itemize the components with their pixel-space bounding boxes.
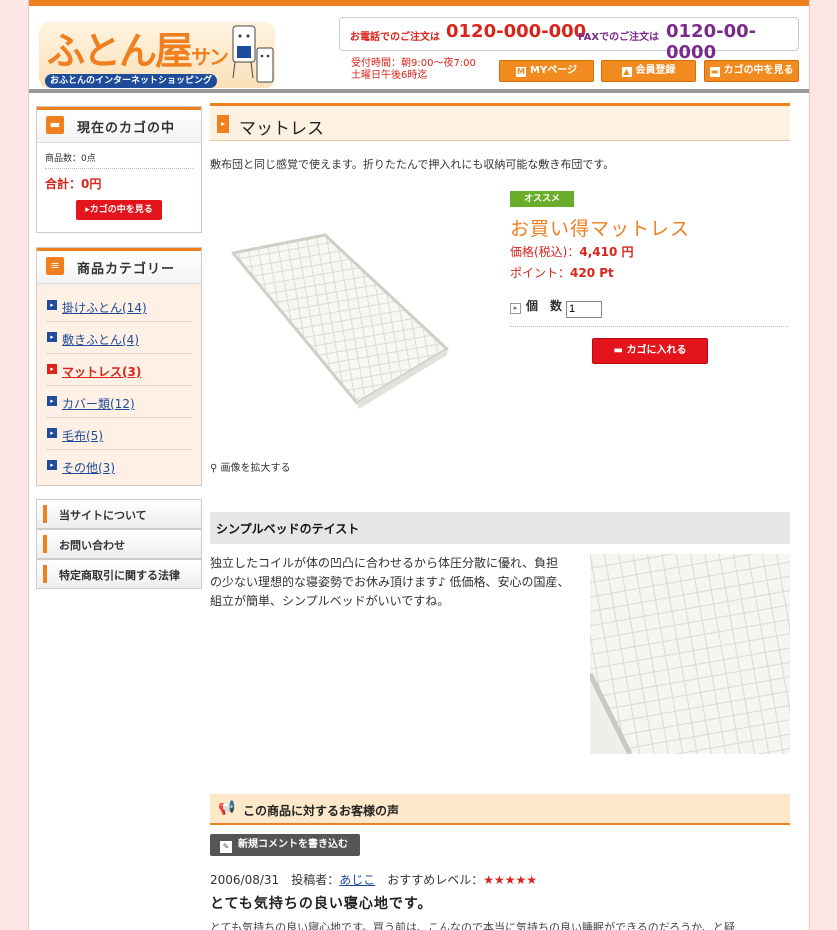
cart-summary-heading: 現在のカゴの中 xyxy=(77,121,176,136)
category-item: ▸ その他(3) xyxy=(47,450,191,481)
commerce-law-link[interactable]: 特定商取引に関する法律 xyxy=(36,559,202,589)
mascot-icon xyxy=(232,25,274,83)
category-link[interactable]: 毛布(5) xyxy=(62,427,103,444)
about-site-link[interactable]: 当サイトについて xyxy=(36,499,202,529)
add-to-cart-button[interactable]: ▬ カゴに入れる xyxy=(592,338,708,364)
page-title: マットレス xyxy=(239,119,324,139)
site-header: ふとん屋サン おふとんのインターネットショッピング お電話でのご注文は 0120… xyxy=(29,6,809,90)
magnifier-icon: ⚲ xyxy=(210,463,221,474)
hours-line-2: 土曜日午後6時迄 xyxy=(351,70,428,81)
category-item: ▸ カバー類(12) xyxy=(47,386,191,418)
category-item: ▸ 掛けふとん(14) xyxy=(47,290,191,322)
list-icon: ≡ xyxy=(46,257,64,275)
phone-number[interactable]: 0120-000-000 xyxy=(446,21,586,42)
customer-reviews-header: 📢 この商品に対するお客様の声 xyxy=(210,794,790,825)
bullet-arrow-icon: ▸ xyxy=(47,460,57,470)
logo-title: ふとん屋サン xyxy=(47,28,229,73)
category-item: ▸ 毛布(5) xyxy=(47,418,191,450)
feature-section-title: シンプルベッドのテイスト xyxy=(216,522,360,536)
bullet-arrow-icon: ▸ xyxy=(47,300,57,310)
bullet-arrow-icon: ▸ xyxy=(47,396,57,406)
review-date: 2006/08/31 xyxy=(210,873,280,887)
user-icon: ▲ xyxy=(621,67,632,77)
header-view-cart-button[interactable]: ▬ カゴの中を見る xyxy=(704,60,799,82)
feature-image xyxy=(590,554,790,754)
fax-label: FAXでのご注文は xyxy=(578,32,660,43)
review-meta: 2006/08/31 投稿者：あじこ おすすめレベル：★★★★★ xyxy=(210,871,537,888)
quantity-input[interactable] xyxy=(566,300,603,318)
cart-summary-header: ▬ 現在のカゴの中 xyxy=(37,107,201,143)
business-hours: 受付時間：朝9:00～夜7:00 土曜日午後6時迄 xyxy=(351,58,476,82)
bullet-arrow-icon: ▸ xyxy=(47,364,57,374)
pencil-icon: ✎ xyxy=(220,841,232,853)
product-image[interactable] xyxy=(225,231,455,411)
product-price: 価格(税込)：4,410 円 xyxy=(510,245,634,259)
product-description: 敷布団と同じ感覚で使えます。折りたたんで押入れにも収納可能な敷き布団です。 xyxy=(210,158,615,171)
review-poster-link[interactable]: あじこ xyxy=(339,873,375,887)
category-list: ▸ 掛けふとん(14) ▸ 敷きふとん(4) ▸ マットレス(3) ▸ カバー類(12) ▸ 毛布… xyxy=(37,284,201,485)
review-level-label: おすすめレベル： xyxy=(387,873,484,887)
feature-section-header: シンプルベッドのテイスト xyxy=(210,512,790,544)
category-link[interactable]: 敷きふとん(4) xyxy=(62,331,139,348)
cart-summary-box: ▬ 現在のカゴの中 商品数：0点 合計：0円 ▸カゴの中を見る xyxy=(36,106,202,233)
contact-link[interactable]: お問い合わせ xyxy=(36,529,202,559)
phone-label: お電話でのご注文は xyxy=(350,32,440,43)
review-title: とても気持ちの良い寝心地です。 xyxy=(210,896,433,912)
category-header: ≡ 商品カテゴリー xyxy=(37,248,201,284)
logo-tagline: おふとんのインターネットショッピング xyxy=(45,74,217,88)
member-register-button[interactable]: ▲ 会員登録 xyxy=(601,60,696,82)
customer-reviews-heading: この商品に対するお客様の声 xyxy=(243,804,400,818)
fax-number: 0120-00-0000 xyxy=(666,21,757,63)
header-divider xyxy=(29,89,809,93)
category-box: ≡ 商品カテゴリー ▸ 掛けふとん(14) ▸ 敷きふとん(4) ▸ マットレス(3) ▸ カ… xyxy=(36,247,202,486)
category-item: ▸ 敷きふとん(4) xyxy=(47,322,191,354)
category-heading: 商品カテゴリー xyxy=(77,262,176,277)
bullet-arrow-icon: ▸ xyxy=(47,332,57,342)
product-points: ポイント：420 Pt xyxy=(510,266,614,280)
arrow-right-icon: ▸ xyxy=(510,303,521,314)
megaphone-icon: 📢 xyxy=(218,800,236,816)
zoom-image-link[interactable]: ⚲ 画像を拡大する xyxy=(210,459,291,474)
cart-icon: ▬ xyxy=(46,116,64,134)
product-name: お買い得マットレス xyxy=(510,218,691,240)
sidebar-view-cart-button[interactable]: ▸カゴの中を見る xyxy=(76,200,162,220)
review-stars: ★★★★★ xyxy=(483,873,538,887)
category-link[interactable]: 掛けふとん(14) xyxy=(62,299,147,316)
cart-icon: ▬ xyxy=(709,67,720,77)
category-link[interactable]: マットレス(3) xyxy=(62,363,141,380)
quantity-row: ▸ 個 数 xyxy=(510,297,603,318)
site-logo[interactable]: ふとん屋サン おふとんのインターネットショッピング xyxy=(39,14,279,90)
review-body: とても気持ちの良い寝心地です。買う前は、こんなので本当に気持ちの良い睡眠ができる… xyxy=(210,921,735,930)
review-poster-label: 投稿者： xyxy=(291,873,340,887)
order-contact-box: お電話でのご注文は 0120-000-000 FAXでのご注文は 0120-00… xyxy=(339,17,799,63)
cart-total: 合計：0円 xyxy=(45,177,102,191)
mypage-button[interactable]: M MYページ xyxy=(499,60,594,82)
divider xyxy=(510,326,788,327)
mypage-icon: M xyxy=(516,67,526,77)
page: ふとん屋サン おふとんのインターネットショッピング お電話でのご注文は 0120… xyxy=(28,0,810,930)
cart-item-count: 商品数：0点 xyxy=(45,151,193,169)
category-link[interactable]: その他(3) xyxy=(62,459,115,476)
category-link[interactable]: カバー類(12) xyxy=(62,395,135,412)
category-item: ▸ マットレス(3) xyxy=(47,354,191,386)
title-arrow-icon: ▸ xyxy=(217,115,229,133)
bullet-arrow-icon: ▸ xyxy=(47,428,57,438)
feature-section-body: 独立したコイルが体の凹凸に合わせるから体圧分散に優れ、負担の少ない理想的な寝姿勢… xyxy=(210,556,570,608)
write-comment-button[interactable]: ✎ 新規コメントを書き込む xyxy=(210,834,360,856)
recommend-badge: オススメ xyxy=(510,191,574,207)
page-title-bar: ▸ マットレス xyxy=(210,103,790,141)
hours-line-1: 受付時間：朝9:00～夜7:00 xyxy=(351,58,476,69)
cart-icon: ▬ xyxy=(613,345,627,356)
quantity-label: 個 数 xyxy=(526,299,563,313)
